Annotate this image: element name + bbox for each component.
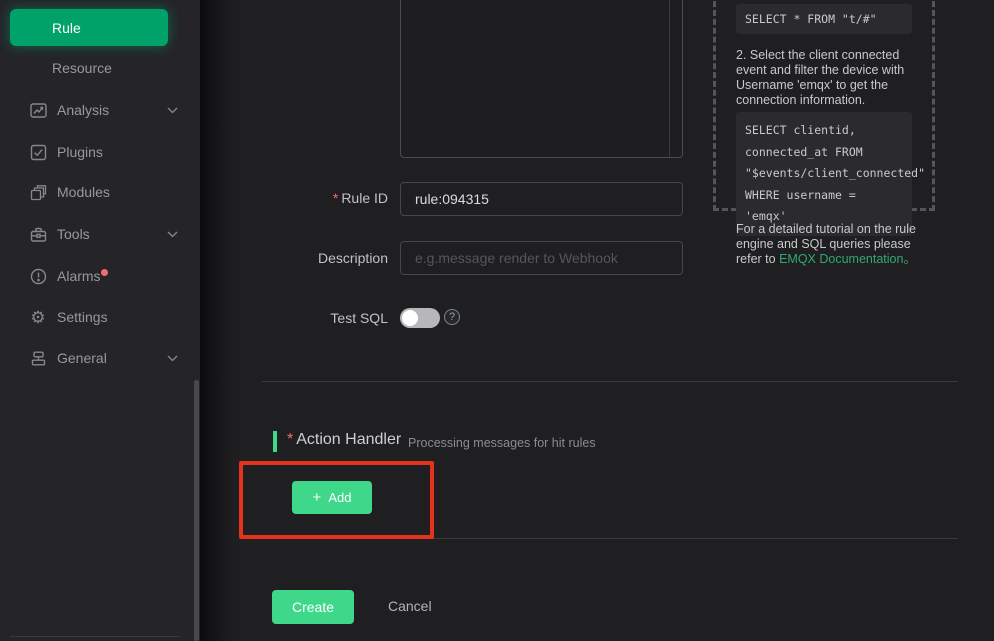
sidebar-item-analysis[interactable]: Analysis <box>0 97 200 123</box>
sql-example-2: SELECT clientid, connected_at FROM "$eve… <box>736 112 912 236</box>
action-handler-title: *Action Handler <box>287 431 401 449</box>
sidebar-item-label: Modules <box>57 184 110 200</box>
gear-icon: ⚙ <box>29 308 47 326</box>
sidebar-item-alarms[interactable]: Alarms <box>0 263 200 289</box>
sidebar-item-settings[interactable]: ⚙ Settings <box>0 304 200 330</box>
briefcase-icon <box>29 225 47 243</box>
sidebar-item-general[interactable]: General <box>0 345 200 371</box>
add-action-button[interactable]: + Add <box>292 481 372 514</box>
required-asterisk: * <box>333 190 338 206</box>
stack-icon <box>29 349 47 367</box>
analysis-chart-icon <box>29 101 47 119</box>
sidebar-item-tools[interactable]: Tools <box>0 221 200 247</box>
help-step-2-text: 2. Select the client connected event and… <box>736 48 926 108</box>
toggle-knob <box>402 310 418 326</box>
documentation-link[interactable]: Documentation <box>819 252 903 266</box>
section-divider <box>262 381 958 382</box>
section-accent-bar <box>273 431 277 452</box>
help-icon[interactable]: ? <box>444 309 460 325</box>
sidebar-divider <box>10 636 180 637</box>
tutorial-text: For a detailed tutorial on the rule engi… <box>736 222 930 267</box>
test-sql-label: Test SQL <box>240 310 388 326</box>
sidebar-item-label: Alarms <box>57 268 108 284</box>
sidebar-item-plugins[interactable]: Plugins <box>0 139 200 165</box>
description-label: Description <box>240 250 388 266</box>
rule-id-input[interactable] <box>400 182 683 216</box>
sidebar-item-label: Resource <box>52 60 112 76</box>
sidebar-scrollbar[interactable] <box>194 380 199 641</box>
required-asterisk: * <box>287 431 293 448</box>
checkbox-icon <box>29 143 47 161</box>
sidebar-item-rule[interactable]: Rule <box>10 9 168 46</box>
test-sql-toggle[interactable] <box>400 308 440 328</box>
plus-icon: + <box>313 490 322 505</box>
rule-sql-editor[interactable] <box>400 0 683 158</box>
sidebar-item-label: General <box>57 350 107 366</box>
sql-editor-scrollbar-gutter <box>669 0 670 157</box>
description-input[interactable] <box>400 241 683 275</box>
chevron-down-icon <box>167 355 178 362</box>
chevron-down-icon <box>167 107 178 114</box>
sidebar-item-label: Plugins <box>57 144 103 160</box>
sidebar-item-modules[interactable]: Modules <box>0 179 200 205</box>
sidebar-item-resource[interactable]: Resource <box>0 55 200 81</box>
add-button-label: Add <box>328 490 351 505</box>
chevron-down-icon <box>167 231 178 238</box>
footer-divider <box>262 538 958 539</box>
sidebar-item-label: Settings <box>57 309 108 325</box>
sql-example-1: SELECT * FROM "t/#" <box>736 4 912 34</box>
sidebar: Rule Resource Analysis Plugins <box>0 0 200 641</box>
alarm-badge-dot <box>101 269 108 276</box>
cancel-button[interactable]: Cancel <box>388 598 432 614</box>
sidebar-item-label: Analysis <box>57 102 109 118</box>
action-handler-subtitle: Processing messages for hit rules <box>408 436 596 450</box>
sidebar-item-label: Tools <box>57 226 90 242</box>
emqx-link[interactable]: EMQX <box>779 252 816 266</box>
alert-circle-icon <box>29 267 47 285</box>
rule-id-label: *Rule ID <box>240 190 388 206</box>
layers-icon <box>29 183 47 201</box>
sidebar-shadow <box>200 0 234 641</box>
create-button[interactable]: Create <box>272 590 354 624</box>
sidebar-item-label: Rule <box>52 20 81 36</box>
